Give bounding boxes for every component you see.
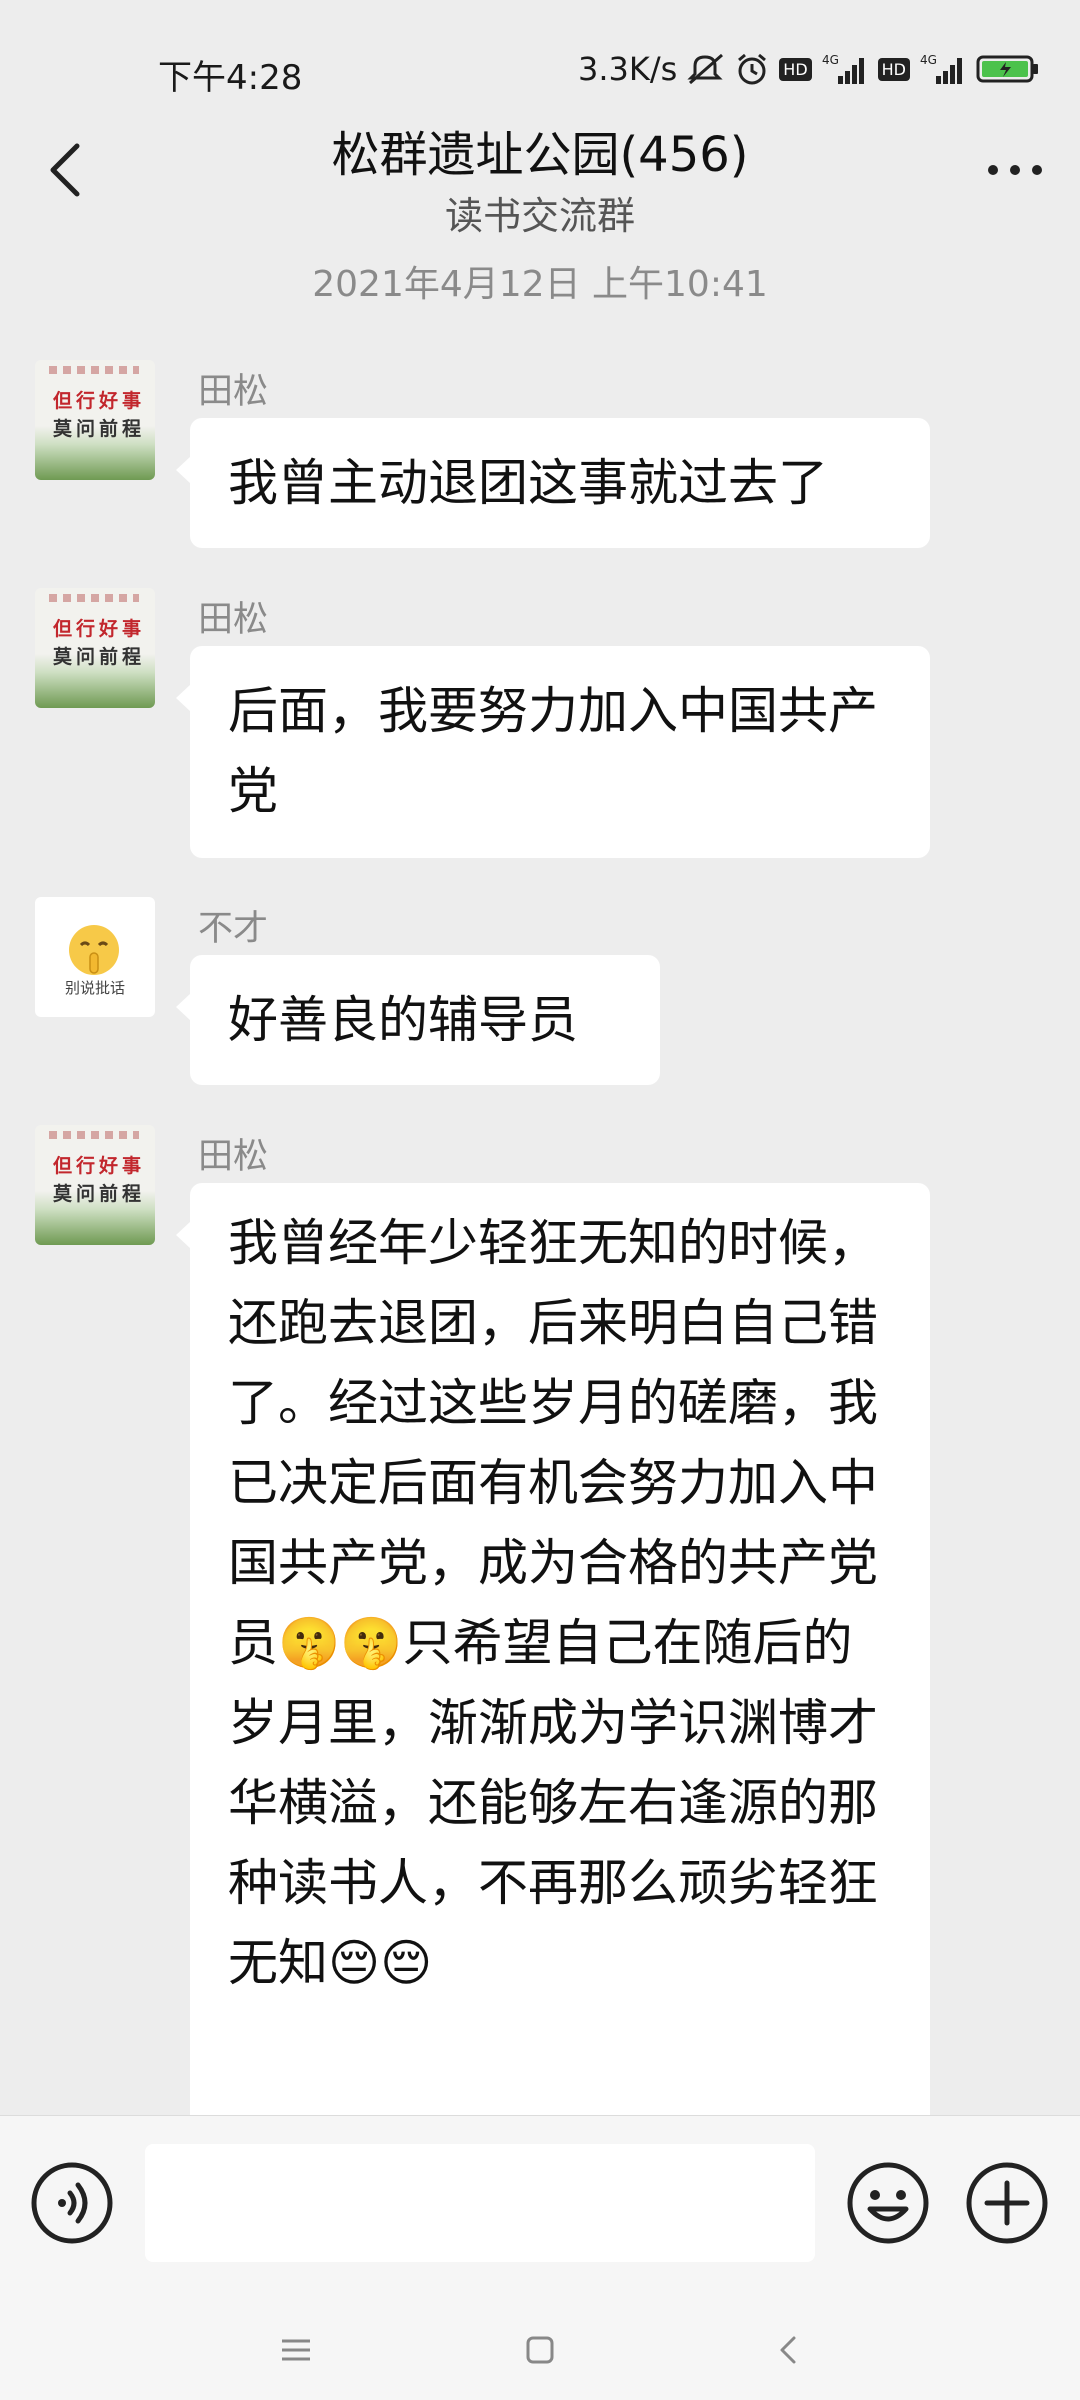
avatar[interactable]: 但行好事 莫问前程 [35,588,155,708]
svg-text:4G: 4G [822,53,839,67]
battery-icon [976,53,1040,85]
svg-text:4G: 4G [920,53,937,67]
status-time: 下午4:28 [158,58,303,98]
mute-icon [687,52,725,86]
group-title: 松群遗址公园(456) [331,127,749,183]
home-square-icon[interactable] [510,2320,570,2380]
menu-icon[interactable] [266,2320,326,2380]
signal-icon-2: 4G [920,52,966,86]
message-timestamp: 2021年4月12日 上午10:41 [312,264,768,305]
shush-face-icon [69,925,119,975]
emoji-face-icon[interactable] [846,2161,930,2245]
sender-name: 田松 [198,372,269,412]
pensive-emoji: 😔😔 [328,1934,433,1992]
message-bubble[interactable]: 后面，我要努力加入中国共产党 [176,646,930,858]
input-bar [0,2115,1080,2296]
hd-badge-2: HD [877,57,910,81]
plus-icon[interactable] [965,2161,1049,2245]
alarm-icon [735,52,769,86]
system-nav-bar [0,2295,1080,2400]
nav-back-icon[interactable] [758,2320,818,2380]
status-icons: 3.3K/s HD 4G HD 4G [578,50,1040,88]
shush-emoji: 🤫🤫 [278,1614,403,1672]
sender-name: 田松 [198,1137,269,1177]
sender-name: 田松 [198,600,269,640]
network-speed: 3.3K/s [577,50,678,88]
signal-icon-1: 4G [822,52,868,86]
chat-screen: 下午4:28 3.3K/s HD 4G HD 4G 松群遗址公园(456) 读书… [0,0,1080,2400]
message-input[interactable] [145,2144,815,2262]
group-subtitle: 读书交流群 [444,194,635,238]
message-text: 我曾经年少轻狂无知的时候，还跑去退团，后来明白自己错了。经过这些岁月的磋磨，我已… [228,1214,878,1672]
chat-header: 松群遗址公园(456) 读书交流群 [0,105,1080,238]
avatar[interactable]: 但行好事 莫问前程 [35,1125,155,1245]
avatar[interactable]: 但行好事 莫问前程 [35,360,155,480]
sender-name: 不才 [198,909,269,949]
avatar[interactable]: 别说批话 [35,897,155,1017]
more-dots-icon[interactable] [980,140,1050,200]
hd-badge-1: HD [779,57,812,81]
message-bubble[interactable]: 好善良的辅导员 [176,955,660,1085]
message-bubble[interactable]: 我曾经年少轻狂无知的时候，还跑去退团，后来明白自己错了。经过这些岁月的磋磨，我已… [176,1183,930,2143]
voice-icon[interactable] [30,2161,114,2245]
message-bubble[interactable]: 我曾主动退团这事就过去了 [176,418,930,548]
